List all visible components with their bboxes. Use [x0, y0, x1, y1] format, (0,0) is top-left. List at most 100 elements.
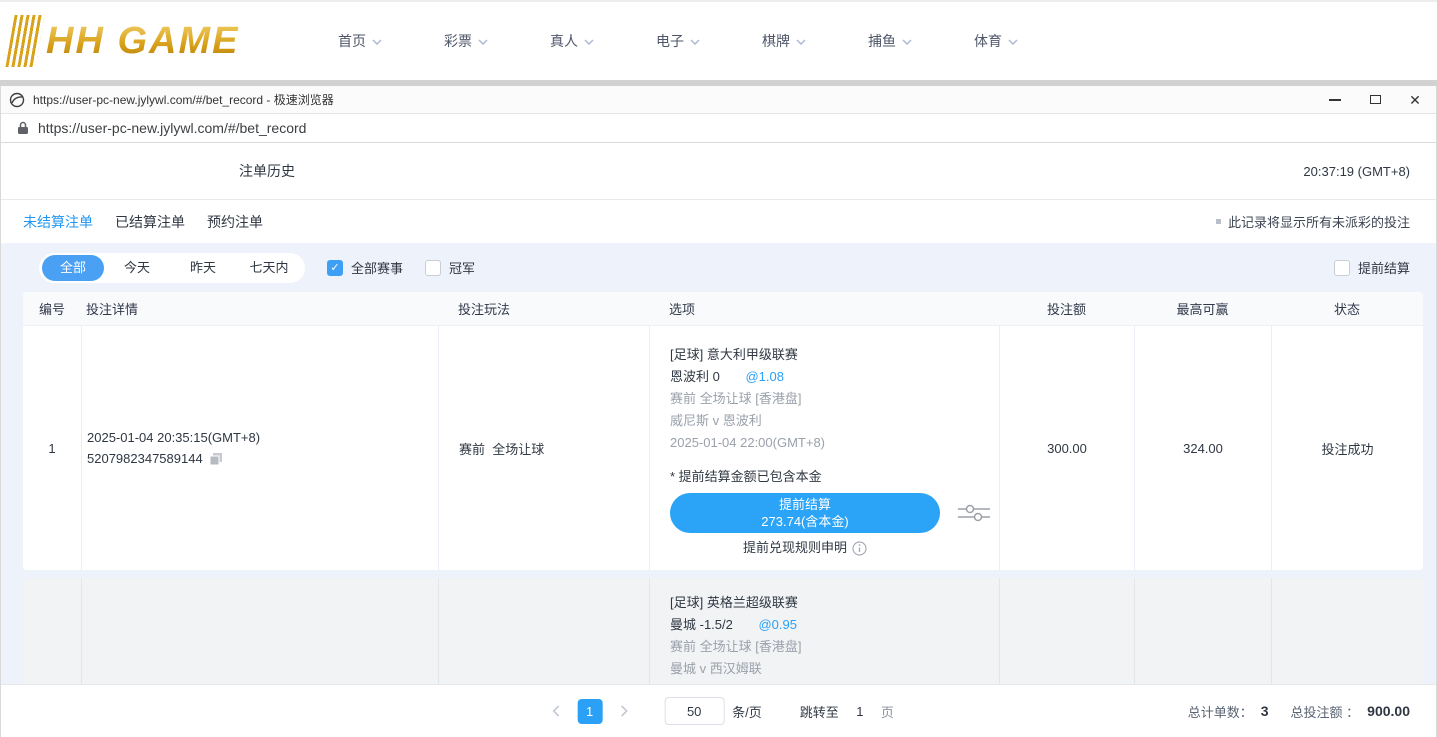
prev-page-button[interactable] — [543, 699, 567, 723]
maximize-button[interactable] — [1368, 93, 1382, 107]
match-teams: 曼城 v 西汉姆联 — [670, 658, 999, 680]
status-text: 投注成功 — [1271, 326, 1423, 570]
chevron-down-icon — [1008, 39, 1018, 45]
row-gap — [1, 570, 1436, 578]
bet-detail-cell: 2025-01-04 20:35:15(GMT+8) 5207982347589… — [81, 326, 438, 570]
nav-item-slots[interactable]: 电子 — [656, 31, 700, 51]
brand-logo[interactable]: HH GAME — [10, 15, 290, 67]
minimize-icon — [1329, 99, 1341, 101]
jump-page-input[interactable] — [847, 698, 873, 724]
cashout-line: 提前结算 273.74(含本金) — [670, 493, 999, 533]
tab-unsettled[interactable]: 未结算注单 — [23, 212, 93, 232]
logo-stripes-decor — [5, 15, 44, 67]
cashout-button-title: 提前结算 — [779, 496, 831, 513]
table-area: 全部 今天 昨天 七天内 ✓ 全部赛事 冠军 提 — [1, 243, 1436, 684]
chevron-left-icon — [551, 705, 559, 717]
nav-item-live[interactable]: 真人 — [550, 31, 594, 51]
next-page-button[interactable] — [612, 699, 636, 723]
bet-detail-cell — [81, 578, 438, 684]
bet-table: 编号 投注详情 投注玩法 选项 投注额 最高可赢 状态 1 2025-01-04… — [23, 292, 1423, 570]
play-type: 赛前 全场让球 — [459, 439, 649, 458]
cashout-note: * 提前结算金额已包含本金 — [670, 468, 999, 486]
checkbox-early-settle[interactable]: 提前结算 — [1334, 258, 1410, 277]
per-page-label: 条/页 — [732, 702, 762, 721]
filter-row: 全部 今天 昨天 七天内 ✓ 全部赛事 冠军 提 — [1, 243, 1436, 292]
pick-line: 曼城 -1.5/2 @0.95 — [670, 614, 999, 636]
col-header-detail: 投注详情 — [81, 292, 438, 325]
status-text — [1271, 578, 1423, 684]
screen: HH GAME 首页 彩票 真人 电子 棋牌 — [0, 0, 1437, 737]
max-win — [1134, 578, 1271, 684]
page-number-button[interactable]: 1 — [577, 699, 602, 724]
play-type-cell — [438, 578, 649, 684]
market-info: 赛前 全场让球 [香港盘] — [670, 388, 999, 410]
nav-item-cards[interactable]: 棋牌 — [762, 31, 806, 51]
row-no: 1 — [23, 326, 81, 570]
nav-item-label: 体育 — [974, 31, 1002, 51]
maximize-icon — [1370, 95, 1381, 104]
bet-amount: 300.00 — [999, 326, 1134, 570]
col-header-play: 投注玩法 — [438, 292, 649, 325]
nav-item-sports[interactable]: 体育 — [974, 31, 1018, 51]
checkbox-unchecked-icon — [425, 260, 441, 276]
tab-settled[interactable]: 已结算注单 — [115, 212, 185, 232]
chevron-right-icon — [620, 705, 628, 717]
nav-item-label: 真人 — [550, 31, 578, 51]
record-note-text: 此记录将显示所有未派彩的投注 — [1228, 212, 1410, 231]
nav-item-fishing[interactable]: 捕鱼 — [868, 31, 912, 51]
total-count-value: 3 — [1261, 703, 1269, 719]
main-nav: 首页 彩票 真人 电子 棋牌 捕鱼 — [338, 31, 1018, 51]
date-segmented-control: 全部 今天 昨天 七天内 — [39, 253, 305, 283]
checkbox-checked-icon: ✓ — [327, 260, 343, 276]
chevron-down-icon — [372, 39, 382, 45]
chevron-down-icon — [796, 39, 806, 45]
record-note: 此记录将显示所有未派彩的投注 — [1216, 212, 1410, 231]
totals-summary: 总计单数： 3 总投注额 ： 900.00 — [1188, 702, 1410, 721]
max-win: 324.00 — [1134, 326, 1271, 570]
segment-today[interactable]: 今天 — [104, 255, 170, 281]
address-url[interactable]: https://user-pc-new.jylywl.com/#/bet_rec… — [38, 120, 306, 136]
col-header-max-win: 最高可赢 — [1134, 292, 1271, 325]
col-header-no: 编号 — [23, 292, 81, 325]
chevron-down-icon — [690, 39, 700, 45]
chevron-down-icon — [902, 39, 912, 45]
chevron-down-icon — [584, 39, 594, 45]
league-name: [足球] 英格兰超级联赛 — [670, 592, 999, 614]
note-dot-icon — [1216, 219, 1221, 224]
browser-globe-icon — [9, 92, 25, 108]
segment-yesterday[interactable]: 昨天 — [170, 255, 236, 281]
page-content: 注单历史 20:37:19 (GMT+8) 未结算注单 已结算注单 预约注单 此… — [1, 143, 1436, 684]
checkbox-champion[interactable]: 冠军 — [425, 258, 475, 277]
info-icon[interactable] — [852, 541, 867, 556]
pick-name: 恩波利 0 — [670, 369, 720, 384]
window-title: https://user-pc-new.jylywl.com/#/bet_rec… — [33, 91, 1328, 108]
cashout-button-amount: 273.74(含本金) — [761, 513, 848, 530]
segment-seven-days[interactable]: 七天内 — [236, 255, 302, 281]
browser-addressbar[interactable]: https://user-pc-new.jylywl.com/#/bet_rec… — [1, 114, 1436, 143]
close-button[interactable]: ✕ — [1408, 93, 1422, 107]
jump-to-label: 跳转至 — [800, 702, 839, 721]
cashout-button[interactable]: 提前结算 273.74(含本金) — [670, 493, 940, 533]
logo-text: HH GAME — [46, 20, 239, 63]
nav-item-home[interactable]: 首页 — [338, 31, 382, 51]
nav-item-lottery[interactable]: 彩票 — [444, 31, 488, 51]
copy-icon[interactable] — [209, 452, 223, 466]
record-tabs: 未结算注单 已结算注单 预约注单 此记录将显示所有未派彩的投注 — [1, 200, 1436, 243]
total-amount-value: 900.00 — [1367, 703, 1410, 719]
col-header-status: 状态 — [1271, 292, 1423, 325]
match-teams: 威尼斯 v 恩波利 — [670, 410, 999, 432]
cashout-rule-text[interactable]: 提前兑现规则申明 — [743, 540, 847, 556]
tab-reserved[interactable]: 预约注单 — [207, 212, 263, 232]
browser-window: https://user-pc-new.jylywl.com/#/bet_rec… — [0, 86, 1437, 737]
market-info: 赛前 全场让球 [香港盘] — [670, 636, 999, 658]
segment-all[interactable]: 全部 — [42, 255, 104, 281]
checkbox-all-events[interactable]: ✓ 全部赛事 — [327, 258, 403, 277]
nav-item-label: 捕鱼 — [868, 31, 896, 51]
clock-display: 20:37:19 (GMT+8) — [1303, 164, 1410, 179]
table-header-row: 编号 投注详情 投注玩法 选项 投注额 最高可赢 状态 — [23, 292, 1423, 326]
minimize-button[interactable] — [1328, 93, 1342, 107]
page-size-input[interactable] — [664, 697, 724, 725]
browser-titlebar: https://user-pc-new.jylywl.com/#/bet_rec… — [1, 86, 1436, 114]
close-icon: ✕ — [1409, 93, 1421, 107]
sliders-icon[interactable] — [958, 502, 990, 524]
